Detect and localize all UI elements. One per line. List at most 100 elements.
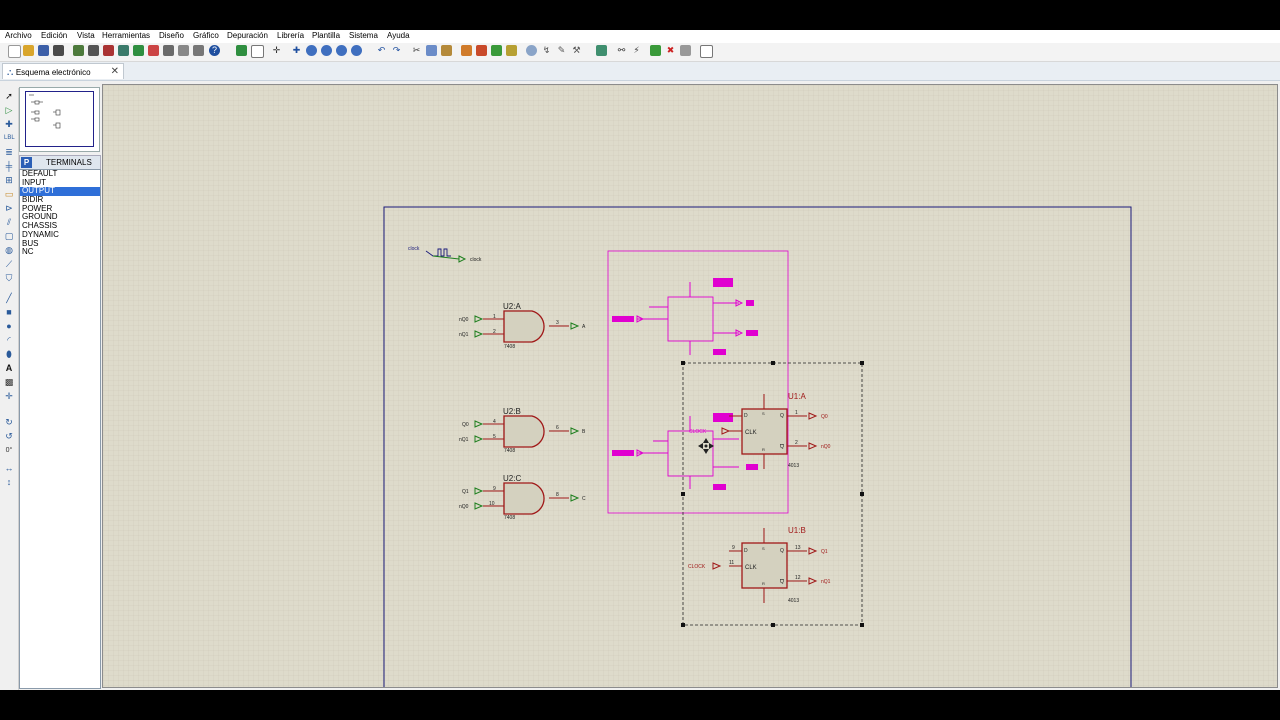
notes-icon[interactable] <box>193 45 204 56</box>
save-icon[interactable] <box>38 45 49 56</box>
menu-depuracion[interactable]: Depuración <box>227 31 268 40</box>
schematic-canvas[interactable]: clock clock U2:A nQ0 nQ1 1 2 3 A 7408 U2… <box>102 84 1278 688</box>
arc-icon[interactable]: ◜ <box>4 336 14 345</box>
wire-label-icon[interactable]: LBL <box>4 134 15 143</box>
print-icon[interactable] <box>53 45 64 56</box>
menu-plantilla[interactable]: Plantilla <box>312 31 340 40</box>
netlist-transfer-icon[interactable] <box>596 45 607 56</box>
binoculars-icon[interactable]: ⚯ <box>616 45 627 56</box>
copy-icon[interactable] <box>426 45 437 56</box>
box-icon[interactable]: ■ <box>4 308 14 317</box>
junction-dot-icon[interactable]: ✚ <box>4 120 14 129</box>
ff-pin-nq: Q <box>780 444 784 450</box>
menu-vista[interactable]: Vista <box>77 31 95 40</box>
search-icon[interactable] <box>526 45 537 56</box>
menu-ayuda[interactable]: Ayuda <box>387 31 410 40</box>
rotate-clockwise-icon[interactable]: ↻ <box>4 418 14 427</box>
zoom-area-icon[interactable] <box>351 45 362 56</box>
list-item[interactable]: NC <box>20 247 100 257</box>
rotate-counterclockwise-icon[interactable]: ↺ <box>4 432 14 441</box>
pin-number: 4 <box>493 419 496 425</box>
block-delete-icon[interactable] <box>506 45 517 56</box>
origin-icon[interactable]: ✛ <box>271 45 282 56</box>
undo-icon[interactable]: ↶ <box>376 45 387 56</box>
tape-recorder-icon[interactable]: ▢ <box>4 232 14 241</box>
mirror-horizontal-icon[interactable]: ↔ <box>4 464 14 473</box>
mirror-vertical-icon[interactable]: ↕ <box>4 478 14 487</box>
wire-autorouter-icon[interactable]: ↯ <box>541 45 552 56</box>
block-copy-icon[interactable] <box>461 45 472 56</box>
gate-ref: U2:A <box>503 302 521 311</box>
clock-label-right: clock <box>470 257 482 263</box>
menu-herramientas[interactable]: Herramientas <box>102 31 150 40</box>
terminals-mode-icon[interactable]: ▭ <box>4 190 14 199</box>
menu-diseno[interactable]: Diseño <box>159 31 184 40</box>
text-script-icon[interactable]: ≣ <box>4 148 14 157</box>
cut-icon[interactable]: ✂ <box>411 45 422 56</box>
pin-number: 1 <box>493 314 496 320</box>
new-file-icon[interactable] <box>8 45 21 58</box>
pan-icon[interactable]: ✚ <box>291 45 302 56</box>
paste-icon[interactable] <box>441 45 452 56</box>
electrical-check-icon[interactable]: ⚡ <box>631 45 642 56</box>
document-tabs: ⛬ Esquema electrónico ✕ <box>0 62 1280 81</box>
home-icon[interactable] <box>73 45 84 56</box>
bom-icon[interactable] <box>133 45 144 56</box>
zoom-all-icon[interactable] <box>336 45 347 56</box>
gerber-icon[interactable] <box>118 45 129 56</box>
open-folder-icon[interactable] <box>23 45 34 56</box>
schematic-drawing[interactable]: clock clock U2:A nQ0 nQ1 1 2 3 A 7408 U2… <box>103 85 1277 687</box>
selection-mode-icon[interactable]: ➚ <box>4 92 14 101</box>
ff-part: 4013 <box>788 463 799 469</box>
block-rotate-icon[interactable] <box>491 45 502 56</box>
path-icon[interactable]: ⬮ <box>4 350 14 359</box>
symbol-icon[interactable]: ▩ <box>4 378 14 387</box>
exit-to-parent-icon[interactable] <box>680 45 691 56</box>
marker-icon[interactable]: ✛ <box>4 392 14 401</box>
terminals-title: TERMINALS <box>46 158 92 167</box>
netlist-icon[interactable] <box>178 45 189 56</box>
graph-mode-icon[interactable]: ⫽ <box>4 218 14 227</box>
new-sheet-icon[interactable] <box>650 45 661 56</box>
component-mode-icon[interactable]: ▷ <box>4 106 14 115</box>
subcircuit-icon[interactable]: ⊞ <box>4 176 14 185</box>
grid-icon[interactable] <box>251 45 264 58</box>
device-pins-icon[interactable]: ⊳ <box>4 204 14 213</box>
3d-view-icon[interactable] <box>148 45 159 56</box>
schematic-tab-icon: ⛬ <box>7 67 16 77</box>
block-move-icon[interactable] <box>476 45 487 56</box>
line-icon[interactable]: ╱ <box>4 294 14 303</box>
bus-icon[interactable]: ╪ <box>4 162 14 171</box>
zoom-in-icon[interactable] <box>306 45 317 56</box>
design-explorer-icon[interactable] <box>163 45 174 56</box>
gate-input-label: nQ1 <box>459 332 469 338</box>
redo-icon[interactable]: ↷ <box>391 45 402 56</box>
menu-libreria[interactable]: Librería <box>277 31 304 40</box>
pin-number: 2 <box>795 440 798 446</box>
text-icon[interactable]: A <box>4 364 14 373</box>
schematic-icon[interactable] <box>88 45 99 56</box>
pcb-icon[interactable] <box>103 45 114 56</box>
pin-number: 5 <box>493 434 496 440</box>
refresh-icon[interactable] <box>236 45 247 56</box>
main-toolbar: ? ✛ ✚ ↶ ↷ ✂ ↯ ✎ ⚒ ⚯ ⚡ ✖ <box>0 43 1280 62</box>
wrench-icon[interactable]: ⚒ <box>571 45 582 56</box>
menu-edicion[interactable]: Edición <box>41 31 67 40</box>
close-tab-icon[interactable]: ✕ <box>111 64 119 80</box>
help-icon[interactable]: ? <box>209 45 220 56</box>
menu-sistema[interactable]: Sistema <box>349 31 378 40</box>
zoom-out-icon[interactable] <box>321 45 332 56</box>
circle-icon[interactable]: ● <box>4 322 14 331</box>
virtual-instruments-icon[interactable]: ⛉ <box>4 274 14 283</box>
menu-grafico[interactable]: Gráfico <box>193 31 219 40</box>
menu-archivo[interactable]: Archivo <box>5 31 32 40</box>
remove-sheet-icon[interactable]: ✖ <box>665 45 676 56</box>
report-icon[interactable] <box>700 45 713 58</box>
pick-devices-button[interactable]: P <box>21 157 32 168</box>
generator-icon[interactable]: ◍ <box>4 246 14 255</box>
voltage-probe-icon[interactable]: ⟋ <box>4 260 14 269</box>
property-assign-icon[interactable]: ✎ <box>556 45 567 56</box>
overview-window[interactable] <box>19 87 100 152</box>
tab-esquema-electronico[interactable]: ⛬ Esquema electrónico ✕ <box>2 63 124 79</box>
proteus-window: Archivo Edición Vista Herramientas Diseñ… <box>0 30 1280 690</box>
